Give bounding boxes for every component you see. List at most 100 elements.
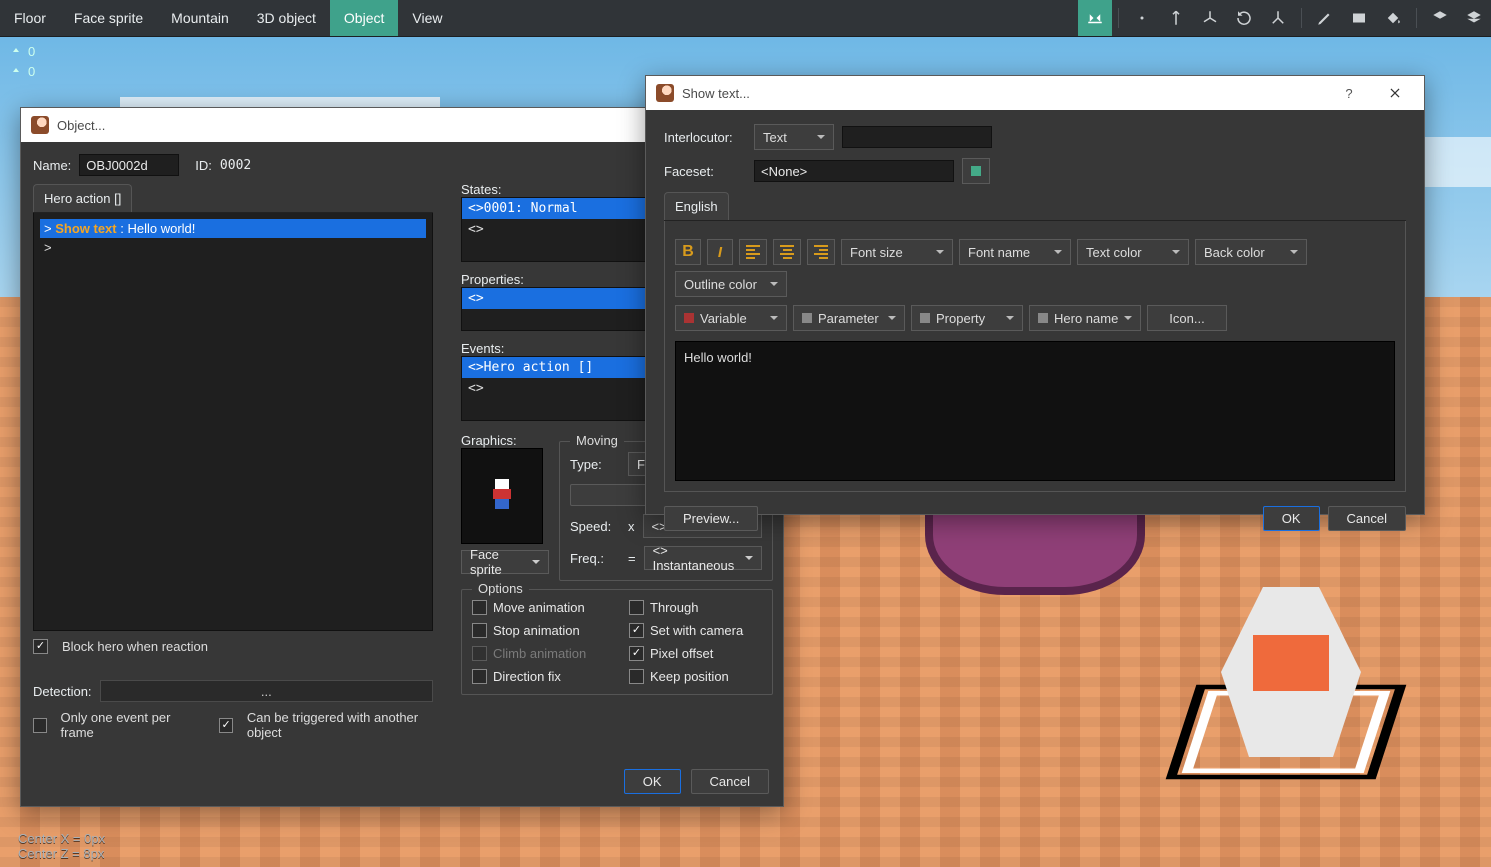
opt-pixel-offset[interactable]	[629, 646, 644, 661]
hero-icon	[1038, 313, 1048, 323]
align-left[interactable]	[739, 239, 767, 265]
options-legend: Options	[472, 581, 529, 596]
font-size-combo[interactable]: Font size	[841, 239, 953, 265]
tool-rectangle[interactable]	[1342, 0, 1376, 36]
tool-axis-y[interactable]	[1159, 0, 1193, 36]
show-text-title: Show text...	[682, 86, 750, 101]
triggered-checkbox[interactable]	[219, 718, 233, 733]
lang-tab-english[interactable]: English	[664, 192, 729, 220]
pin-row-1: 0	[10, 44, 35, 59]
menu-3d-object[interactable]: 3D object	[243, 0, 330, 36]
text-ok-button[interactable]: OK	[1263, 506, 1320, 531]
opt-keep-position[interactable]	[629, 669, 644, 684]
text-cancel-button[interactable]: Cancel	[1328, 506, 1406, 531]
only-one-label: Only one event per frame	[61, 710, 191, 740]
arrow-up-icon	[10, 46, 22, 58]
message-textarea[interactable]: Hello world!	[675, 341, 1395, 481]
app-icon	[656, 84, 674, 102]
show-text-dialog: Show text... ? Interlocutor: Text Facese…	[645, 75, 1425, 515]
sprite-icon	[489, 479, 515, 513]
name-input[interactable]	[79, 154, 179, 176]
command-list[interactable]: > Show text : Hello world! >	[33, 213, 433, 631]
align-left-icon	[746, 245, 760, 259]
opt-through[interactable]	[629, 600, 644, 615]
moving-freq-combo[interactable]: <> Instantaneous	[644, 546, 762, 570]
block-hero-label: Block hero when reaction	[62, 639, 208, 654]
menu-floor[interactable]: Floor	[0, 0, 60, 36]
tool-bucket[interactable]	[1376, 0, 1410, 36]
opt-direction-fix[interactable]	[472, 669, 487, 684]
moving-speed-mid: x	[628, 519, 635, 534]
app-icon	[31, 116, 49, 134]
triggered-label: Can be triggered with another object	[247, 710, 433, 740]
insert-parameter[interactable]: Parameter	[793, 305, 905, 331]
interlocutor-input[interactable]	[842, 126, 992, 148]
opt-move-anim[interactable]	[472, 600, 487, 615]
interlocutor-label: Interlocutor:	[664, 130, 746, 145]
block-hero-checkbox[interactable]	[33, 639, 48, 654]
insert-icon[interactable]: Icon...	[1147, 305, 1227, 331]
tool-layers[interactable]	[1457, 0, 1491, 36]
opt-set-camera[interactable]	[629, 623, 644, 638]
font-name-combo[interactable]: Font name	[959, 239, 1071, 265]
insert-property[interactable]: Property	[911, 305, 1023, 331]
close-button[interactable]	[1376, 76, 1414, 110]
menu-face-sprite[interactable]: Face sprite	[60, 0, 157, 36]
interlocutor-mode-combo[interactable]: Text	[754, 124, 834, 150]
format-italic[interactable]: I	[707, 239, 733, 265]
tool-pencil[interactable]	[1308, 0, 1342, 36]
align-center-icon	[780, 245, 794, 259]
faceset-input[interactable]	[754, 160, 954, 182]
align-center[interactable]	[773, 239, 801, 265]
menu-mountain[interactable]: Mountain	[157, 0, 243, 36]
outline-color-combo[interactable]: Outline color	[675, 271, 787, 297]
graphics-preview[interactable]	[461, 448, 543, 544]
detection-button[interactable]: ...	[100, 680, 433, 702]
back-color-combo[interactable]: Back color	[1195, 239, 1307, 265]
insert-hero-name[interactable]: Hero name	[1029, 305, 1141, 331]
pin-b-value: 0	[28, 64, 35, 79]
faceset-browse-button[interactable]	[962, 158, 990, 184]
tool-rotate[interactable]	[1227, 0, 1261, 36]
command-empty[interactable]: >	[40, 238, 426, 257]
menu-view[interactable]: View	[398, 0, 456, 36]
tool-scale[interactable]	[1261, 0, 1295, 36]
image-icon	[971, 166, 981, 176]
pin-a-value: 0	[28, 44, 35, 59]
scene-hero	[1161, 587, 1411, 837]
command-show-text[interactable]: > Show text : Hello world!	[40, 219, 426, 238]
text-color-combo[interactable]: Text color	[1077, 239, 1189, 265]
pin-row-2: 0	[10, 64, 35, 79]
help-button[interactable]: ?	[1330, 76, 1368, 110]
moving-freq-mid: =	[628, 551, 636, 566]
insert-variable[interactable]: Variable	[675, 305, 787, 331]
opt-stop-anim[interactable]	[472, 623, 487, 638]
object-dialog-title: Object...	[57, 118, 105, 133]
moving-freq-label: Freq.:	[570, 551, 620, 566]
arrow-up-icon	[10, 66, 22, 78]
preview-button[interactable]: Preview...	[664, 506, 758, 531]
only-one-checkbox[interactable]	[33, 718, 47, 733]
object-cancel-button[interactable]: Cancel	[691, 769, 769, 794]
tab-hero-action[interactable]: Hero action []	[33, 184, 132, 212]
show-text-titlebar[interactable]: Show text... ?	[646, 76, 1424, 110]
tool-move[interactable]	[1125, 0, 1159, 36]
top-toolbar: Floor Face sprite Mountain 3D object Obj…	[0, 0, 1491, 37]
close-icon	[1388, 86, 1402, 100]
tool-axis-xyz[interactable]	[1193, 0, 1227, 36]
detection-label: Detection:	[33, 684, 92, 699]
parameter-icon	[802, 313, 812, 323]
name-label: Name:	[33, 158, 71, 173]
opt-climb-anim	[472, 646, 487, 661]
moving-legend: Moving	[570, 433, 624, 448]
graphics-kind-combo[interactable]: Face sprite	[461, 550, 549, 574]
menu-object[interactable]: Object	[330, 0, 398, 36]
align-right[interactable]	[807, 239, 835, 265]
object-ok-button[interactable]: OK	[624, 769, 681, 794]
tool-select[interactable]	[1078, 0, 1112, 36]
format-bold[interactable]: B	[675, 239, 701, 265]
tool-layer[interactable]	[1423, 0, 1457, 36]
id-label: ID:	[195, 158, 212, 173]
property-icon	[920, 313, 930, 323]
faceset-label: Faceset:	[664, 164, 746, 179]
